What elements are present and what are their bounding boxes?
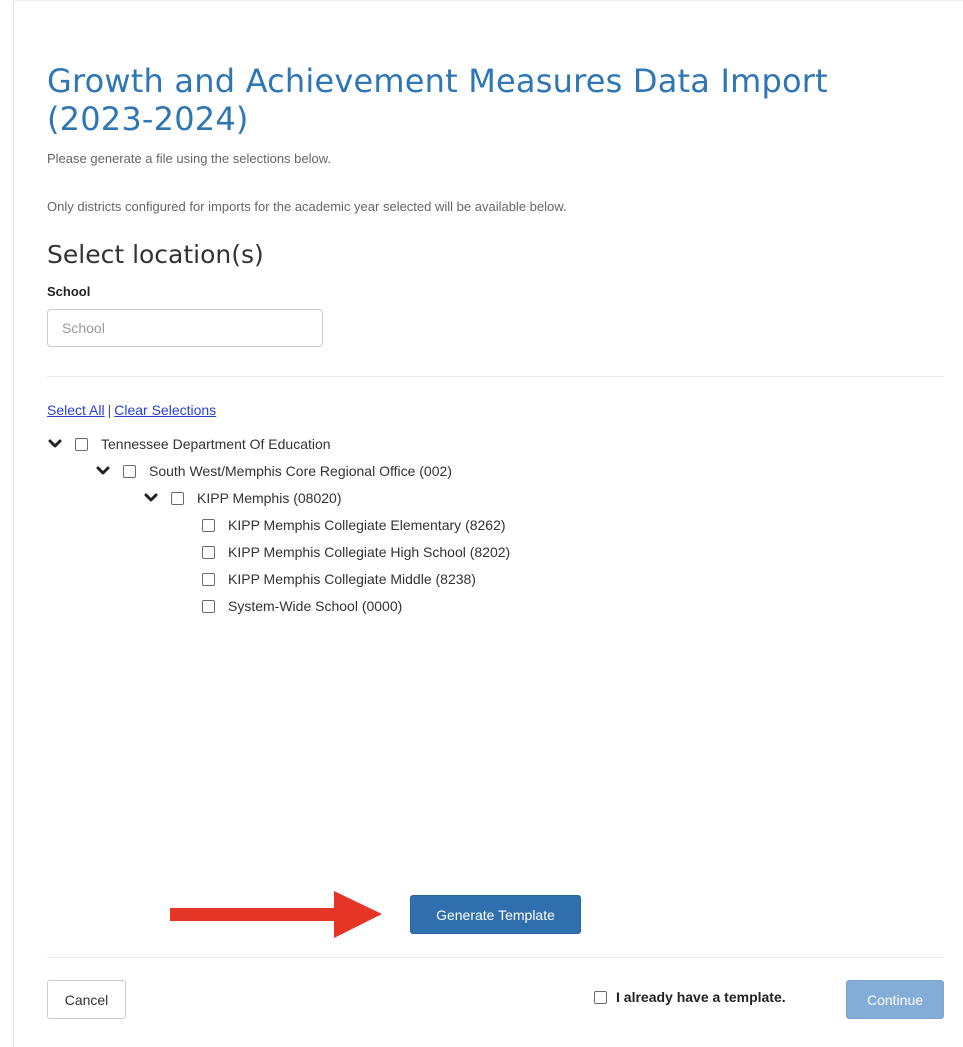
- tree-node-label: KIPP Memphis Collegiate High School (820…: [228, 544, 511, 560]
- tree-node-checkbox[interactable]: [202, 572, 215, 586]
- intro-text-1: Please generate a file using the selecti…: [47, 151, 332, 166]
- tree-node-label: KIPP Memphis Collegiate Elementary (8262…: [228, 517, 506, 533]
- tree-node-level-0: Tennessee Department Of Education: [47, 434, 331, 454]
- tree-node-label: KIPP Memphis (08020): [197, 490, 342, 506]
- chevron-down-icon[interactable]: [95, 463, 111, 479]
- school-search-input[interactable]: [47, 309, 323, 347]
- tree-node-checkbox[interactable]: [171, 491, 184, 505]
- tree-node-label: KIPP Memphis Collegiate Middle (8238): [228, 571, 476, 587]
- tree-node-level-3: KIPP Memphis Collegiate Middle (8238): [202, 569, 476, 589]
- tree-node-level-3: System-Wide School (0000): [202, 596, 402, 616]
- chevron-down-icon[interactable]: [143, 490, 159, 506]
- page-title: Growth and Achievement Measures Data Imp…: [47, 62, 828, 138]
- already-have-template-label: I already have a template.: [616, 989, 786, 1005]
- tree-node-checkbox[interactable]: [202, 518, 215, 532]
- tree-node-checkbox[interactable]: [123, 464, 136, 478]
- select-all-link[interactable]: Select All: [47, 402, 105, 418]
- divider: [47, 957, 944, 958]
- tree-node-checkbox[interactable]: [75, 437, 88, 451]
- divider: [47, 376, 944, 377]
- tree-node-checkbox[interactable]: [202, 545, 215, 559]
- tree-node-label: Tennessee Department Of Education: [101, 436, 331, 452]
- tree-node-level-2: KIPP Memphis (08020): [143, 488, 341, 508]
- already-have-template-option[interactable]: I already have a template.: [594, 989, 786, 1005]
- tree-node-label: South West/Memphis Core Regional Office …: [149, 463, 452, 479]
- clear-selections-link[interactable]: Clear Selections: [114, 402, 216, 418]
- selection-links: Select All | Clear Selections: [47, 402, 216, 418]
- tree-node-checkbox[interactable]: [202, 599, 215, 613]
- school-field-label: School: [47, 284, 91, 299]
- intro-text-2: Only districts configured for imports fo…: [47, 199, 567, 214]
- tree-node-level-3: KIPP Memphis Collegiate Elementary (8262…: [202, 515, 506, 535]
- section-title-select-locations: Select location(s): [47, 240, 264, 269]
- tree-node-level-1: South West/Memphis Core Regional Office …: [95, 461, 452, 481]
- link-separator: |: [107, 402, 112, 418]
- generate-template-button[interactable]: Generate Template: [410, 895, 581, 934]
- red-arrow-right-icon: [170, 891, 382, 938]
- chevron-down-icon[interactable]: [47, 436, 63, 452]
- continue-button[interactable]: Continue: [846, 980, 944, 1019]
- tree-node-level-3: KIPP Memphis Collegiate High School (820…: [202, 542, 510, 562]
- already-have-template-checkbox[interactable]: [594, 990, 607, 1004]
- tree-node-label: System-Wide School (0000): [228, 598, 403, 614]
- cancel-button[interactable]: Cancel: [47, 980, 126, 1019]
